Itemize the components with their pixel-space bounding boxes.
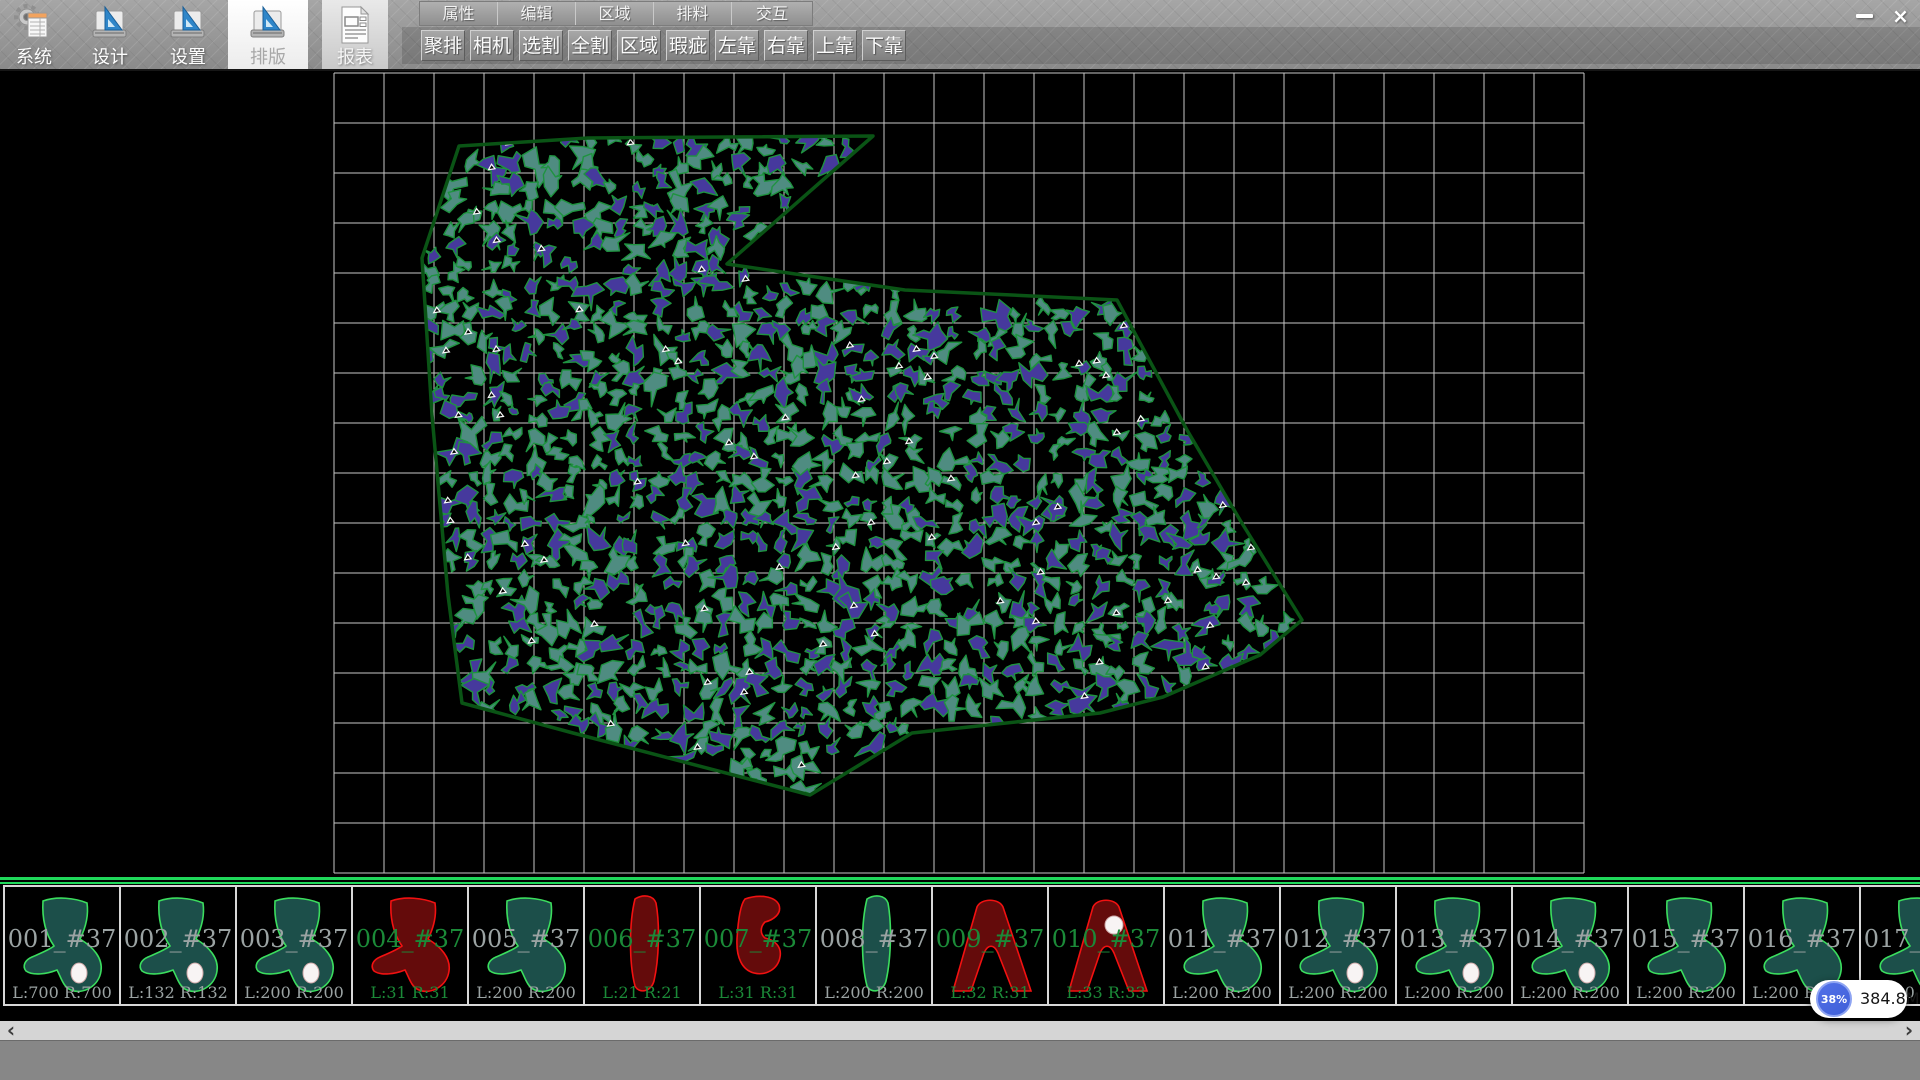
piece-label: 012_#37 bbox=[1281, 925, 1395, 953]
nav-button-system[interactable]: 系统 bbox=[2, 0, 66, 69]
piece-thumbnail-9[interactable]: 009_#37 L:32 R:31 bbox=[931, 885, 1049, 1006]
nav-label-design: 设计 bbox=[92, 47, 128, 69]
nav-label-nesting: 排版 bbox=[250, 47, 286, 69]
piece-lr-count: L:200 R:200 bbox=[1629, 983, 1743, 1002]
piece-label: 009_#37 bbox=[933, 925, 1047, 953]
piece-label: 016_#37 bbox=[1745, 925, 1859, 953]
tool-button-select-cut[interactable]: 选割 bbox=[519, 30, 563, 61]
piece-label: 006_#37 bbox=[585, 925, 699, 953]
piece-thumbnail-8[interactable]: 008_#37 L:200 R:200 bbox=[815, 885, 933, 1006]
piece-lr-count: L:200 R:200 bbox=[469, 983, 583, 1002]
tool-button-row: 聚排相机选割全割区域瑕疵左靠右靠上靠下靠 bbox=[421, 30, 911, 61]
minimize-icon bbox=[1856, 14, 1873, 18]
laptop-ruler-icon bbox=[167, 4, 209, 46]
tool-button-align-left[interactable]: 左靠 bbox=[715, 30, 759, 61]
progress-percent-badge: 38% bbox=[1816, 981, 1852, 1017]
scroll-right-arrow-icon[interactable]: › bbox=[1898, 1021, 1920, 1040]
piece-lr-count: L:200 R:200 bbox=[237, 983, 351, 1002]
menu-interact[interactable]: 交互 bbox=[732, 2, 812, 25]
nav-label-report: 报表 bbox=[337, 47, 373, 69]
menu-edit[interactable]: 编辑 bbox=[498, 2, 576, 25]
piece-thumbnail-1[interactable]: 001_#37 L:700 R:700 bbox=[3, 885, 121, 1006]
memory-status-bubble: 38% 384.8M bbox=[1810, 980, 1907, 1018]
laptop-ruler-icon bbox=[247, 4, 289, 46]
nav-label-system: 系统 bbox=[16, 47, 52, 69]
gear-document-icon bbox=[13, 4, 55, 46]
piece-lr-count: L:31 R:31 bbox=[701, 983, 815, 1002]
piece-label: 004_#37 bbox=[353, 925, 467, 953]
tool-button-cut-all[interactable]: 全割 bbox=[568, 30, 612, 61]
status-bar bbox=[0, 1040, 1920, 1080]
piece-label: 005_#37 bbox=[469, 925, 583, 953]
piece-thumbnail-11[interactable]: 011_#37 L:200 R:200 bbox=[1163, 885, 1281, 1006]
tool-button-cluster-nest[interactable]: 聚排 bbox=[421, 30, 465, 61]
piece-lr-count: L:132 R:132 bbox=[121, 983, 235, 1002]
piece-thumbnail-14[interactable]: 014_#37 L:200 R:200 bbox=[1511, 885, 1629, 1006]
report-icon bbox=[334, 4, 376, 46]
piece-label: 017_#37 bbox=[1861, 925, 1920, 953]
minimize-button[interactable] bbox=[1849, 3, 1880, 28]
window-controls: × bbox=[1849, 3, 1916, 28]
horizontal-scrollbar[interactable]: ‹ › bbox=[0, 1021, 1920, 1040]
piece-label: 015_#37 bbox=[1629, 925, 1743, 953]
piece-label: 010_#37 bbox=[1049, 925, 1163, 953]
nesting-drawing bbox=[0, 71, 1920, 877]
piece-thumbnail-4[interactable]: 004_#37 L:31 R:31 bbox=[351, 885, 469, 1006]
piece-lr-count: L:200 R:200 bbox=[817, 983, 931, 1002]
close-button[interactable]: × bbox=[1885, 3, 1916, 28]
nav-button-report[interactable]: 报表 bbox=[322, 0, 388, 69]
piece-lr-count: L:200 R:200 bbox=[1281, 983, 1395, 1002]
menu-properties[interactable]: 属性 bbox=[420, 2, 498, 25]
memory-usage-text: 384.8M bbox=[1860, 980, 1920, 1018]
piece-thumbnail-13[interactable]: 013_#37 L:200 R:200 bbox=[1395, 885, 1513, 1006]
piece-thumbnail-6[interactable]: 006_#37 L:21 R:21 bbox=[583, 885, 701, 1006]
menu-bar: 属性编辑区域排料交互 bbox=[419, 1, 813, 26]
nav-button-settings[interactable]: 设置 bbox=[156, 0, 220, 69]
piece-lr-count: L:200 R:200 bbox=[1397, 983, 1511, 1002]
tool-button-align-top[interactable]: 上靠 bbox=[813, 30, 857, 61]
piece-thumbnail-2[interactable]: 002_#37 L:132 R:132 bbox=[119, 885, 237, 1006]
menu-nest[interactable]: 排料 bbox=[654, 2, 732, 25]
titlebar: 系统设计设置排版报表 属性编辑区域排料交互 聚排相机选割全割区域瑕疵左靠右靠上靠… bbox=[0, 0, 1920, 71]
laptop-ruler-icon bbox=[89, 4, 131, 46]
nesting-canvas[interactable] bbox=[0, 71, 1920, 877]
nav-button-design[interactable]: 设计 bbox=[78, 0, 142, 69]
piece-label: 001_#37 bbox=[5, 925, 119, 953]
tool-button-camera[interactable]: 相机 bbox=[470, 30, 514, 61]
piece-thumbnail-3[interactable]: 003_#37 L:200 R:200 bbox=[235, 885, 353, 1006]
pieces-strip: 001_#37L:700 R:700002_#37L:132 R:132003_… bbox=[3, 885, 1920, 1006]
tool-button-align-right[interactable]: 右靠 bbox=[764, 30, 808, 61]
piece-lr-count: L:200 R:200 bbox=[1513, 983, 1627, 1002]
tool-button-defect[interactable]: 瑕疵 bbox=[666, 30, 710, 61]
strip-top-line2 bbox=[0, 882, 1920, 884]
piece-thumbnail-15[interactable]: 015_#37 L:200 R:200 bbox=[1627, 885, 1745, 1006]
nav-button-nesting[interactable]: 排版 bbox=[228, 0, 308, 69]
piece-label: 008_#37 bbox=[817, 925, 931, 953]
piece-lr-count: L:32 R:31 bbox=[933, 983, 1047, 1002]
tool-button-region[interactable]: 区域 bbox=[617, 30, 661, 61]
piece-label: 014_#37 bbox=[1513, 925, 1627, 953]
piece-label: 003_#37 bbox=[237, 925, 351, 953]
piece-lr-count: L:21 R:21 bbox=[585, 983, 699, 1002]
piece-label: 013_#37 bbox=[1397, 925, 1511, 953]
piece-lr-count: L:200 R:200 bbox=[1165, 983, 1279, 1002]
piece-label: 007_#37 bbox=[701, 925, 815, 953]
piece-label: 002_#37 bbox=[121, 925, 235, 953]
nested-pieces bbox=[417, 125, 1294, 802]
piece-lr-count: L:700 R:700 bbox=[5, 983, 119, 1002]
scroll-left-arrow-icon[interactable]: ‹ bbox=[0, 1021, 22, 1040]
tool-button-align-bottom[interactable]: 下靠 bbox=[862, 30, 906, 61]
piece-thumbnail-5[interactable]: 005_#37 L:200 R:200 bbox=[467, 885, 585, 1006]
piece-thumbnail-12[interactable]: 012_#37 L:200 R:200 bbox=[1279, 885, 1397, 1006]
piece-lr-count: L:33 R:33 bbox=[1049, 983, 1163, 1002]
piece-lr-count: L:31 R:31 bbox=[353, 983, 467, 1002]
app-window: 系统设计设置排版报表 属性编辑区域排料交互 聚排相机选割全割区域瑕疵左靠右靠上靠… bbox=[0, 0, 1920, 1080]
menu-region[interactable]: 区域 bbox=[576, 2, 654, 25]
strip-top-line bbox=[0, 877, 1920, 880]
piece-thumbnail-7[interactable]: 007_#37 L:31 R:31 bbox=[699, 885, 817, 1006]
piece-label: 011_#37 bbox=[1165, 925, 1279, 953]
piece-thumbnail-10[interactable]: 010_#37 L:33 R:33 bbox=[1047, 885, 1165, 1006]
nav-label-settings: 设置 bbox=[170, 47, 206, 69]
